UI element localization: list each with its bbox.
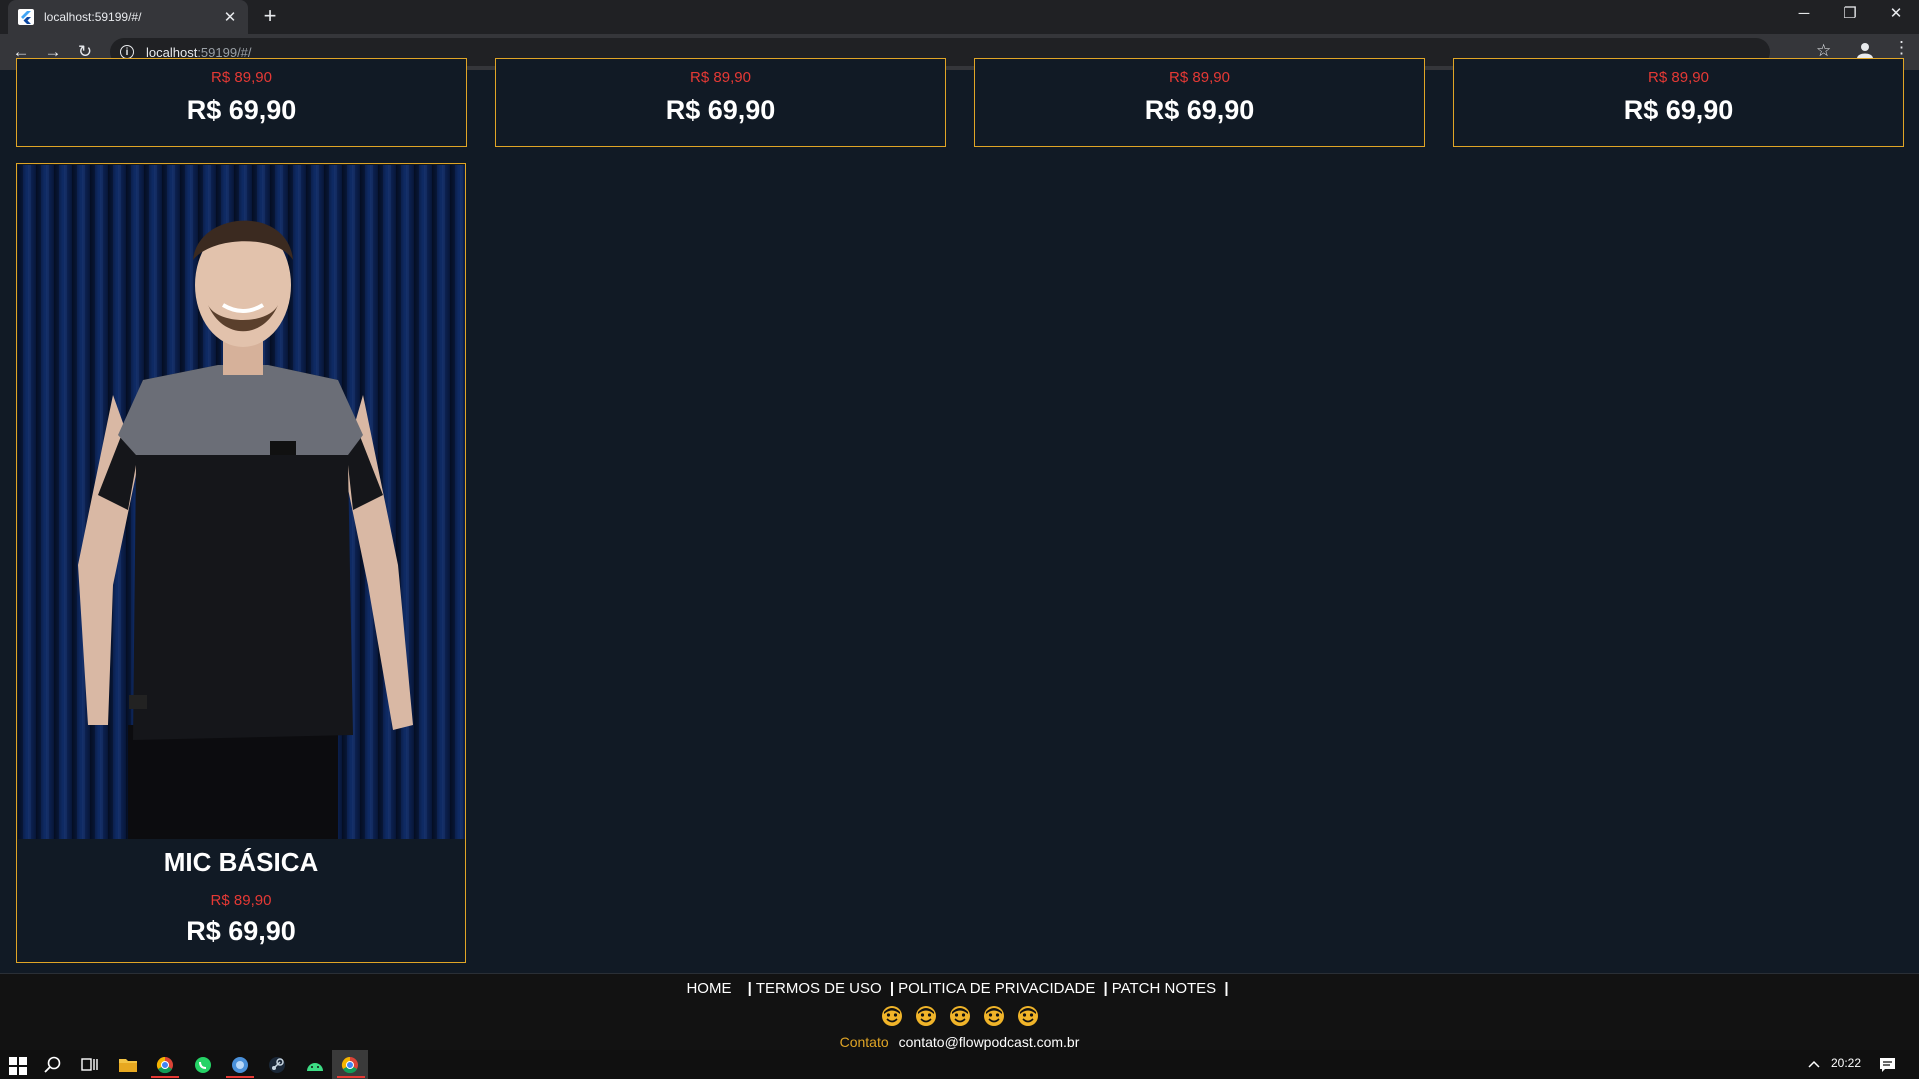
- product-name: MIC BÁSICA: [163, 847, 319, 877]
- file-explorer-icon[interactable]: [118, 1057, 138, 1073]
- notification-icon[interactable]: [1879, 1057, 1896, 1073]
- product-card[interactable]: R$ 89,90 R$ 69,90: [1453, 58, 1904, 147]
- product-image[interactable]: [18, 165, 465, 839]
- footer-link-privacidade[interactable]: POLITICA DE PRIVACIDADE: [898, 980, 1095, 997]
- chevron-up-icon[interactable]: [1808, 1059, 1820, 1069]
- flutter-icon: [18, 9, 34, 25]
- app-icon[interactable]: [231, 1056, 249, 1074]
- info-icon[interactable]: i: [120, 45, 134, 59]
- taskbar: [0, 1050, 1919, 1079]
- steam-icon[interactable]: [268, 1056, 286, 1074]
- social-icons: [0, 1005, 1919, 1027]
- flow-face-icon[interactable]: [983, 1005, 1005, 1027]
- browser-tab-strip: localhost:59199/#/ ✕ + ─ ❐ ✕: [0, 0, 1919, 34]
- tab-close-icon[interactable]: ✕: [222, 8, 238, 26]
- flow-face-icon[interactable]: [949, 1005, 971, 1027]
- product-card-mic-basica[interactable]: MIC BÁSICA R$ 89,90 R$ 69,90: [16, 163, 466, 963]
- taskbar-indicator: [226, 1076, 254, 1078]
- chrome-icon[interactable]: [156, 1056, 174, 1074]
- restore-button[interactable]: ❐: [1827, 0, 1873, 30]
- price: R$ 69,90: [665, 95, 776, 125]
- old-price: R$ 89,90: [1648, 69, 1709, 86]
- footer-link-termos[interactable]: TERMOS DE USO: [756, 980, 882, 997]
- footer-links: HOME | TERMOS DE USO | POLITICA DE PRIVACI…: [0, 980, 1919, 997]
- flow-face-icon[interactable]: [881, 1005, 903, 1027]
- task-view-icon[interactable]: [80, 1056, 98, 1074]
- browser-menu-icon[interactable]: ⋮: [1893, 38, 1910, 58]
- old-price: R$ 89,90: [690, 69, 751, 86]
- profile-icon[interactable]: [1855, 40, 1875, 60]
- android-studio-icon[interactable]: [305, 1058, 325, 1072]
- taskbar-clock[interactable]: 20:22: [1831, 1056, 1861, 1070]
- footer-separator: |: [889, 980, 895, 997]
- old-price: R$ 89,90: [1169, 69, 1230, 86]
- flow-face-icon[interactable]: [915, 1005, 937, 1027]
- minimize-button[interactable]: ─: [1781, 0, 1827, 30]
- footer-contact: Contato contato@flowpodcast.com.br: [0, 1034, 1919, 1050]
- product-card[interactable]: R$ 89,90 R$ 69,90: [974, 58, 1425, 147]
- tab-title: localhost:59199/#/: [44, 10, 142, 24]
- price: R$ 69,90: [1144, 95, 1255, 125]
- taskbar-indicator: [151, 1076, 179, 1078]
- flow-face-icon[interactable]: [1017, 1005, 1039, 1027]
- footer-link-home[interactable]: HOME: [686, 980, 731, 997]
- old-price: R$ 89,90: [211, 69, 272, 86]
- contact-email[interactable]: contato@flowpodcast.com.br: [899, 1034, 1080, 1050]
- whatsapp-icon[interactable]: [194, 1056, 212, 1074]
- old-price: R$ 89,90: [210, 892, 272, 909]
- product-card[interactable]: R$ 89,90 R$ 69,90: [495, 58, 946, 147]
- new-tab-button[interactable]: +: [258, 5, 282, 29]
- windows-start-icon[interactable]: [8, 1056, 28, 1076]
- contact-label: Contato: [839, 1034, 889, 1050]
- price: R$ 69,90: [186, 916, 296, 946]
- footer-separator: |: [1103, 980, 1108, 997]
- price: R$ 69,90: [1623, 95, 1734, 125]
- search-icon[interactable]: [44, 1056, 62, 1074]
- chrome-icon[interactable]: [341, 1056, 359, 1074]
- taskbar-indicator: [337, 1076, 365, 1078]
- window-close-button[interactable]: ✕: [1873, 0, 1919, 30]
- price: R$ 69,90: [186, 95, 297, 125]
- browser-tab[interactable]: localhost:59199/#/ ✕: [8, 0, 248, 34]
- footer-link-patch-notes[interactable]: PATCH NOTES: [1112, 980, 1216, 997]
- product-card[interactable]: R$ 89,90 R$ 69,90: [16, 58, 467, 147]
- footer-separator: |: [1224, 980, 1229, 997]
- footer-separator: |: [747, 980, 752, 997]
- footer: HOME | TERMOS DE USO | POLITICA DE PRIVACI…: [0, 973, 1919, 1051]
